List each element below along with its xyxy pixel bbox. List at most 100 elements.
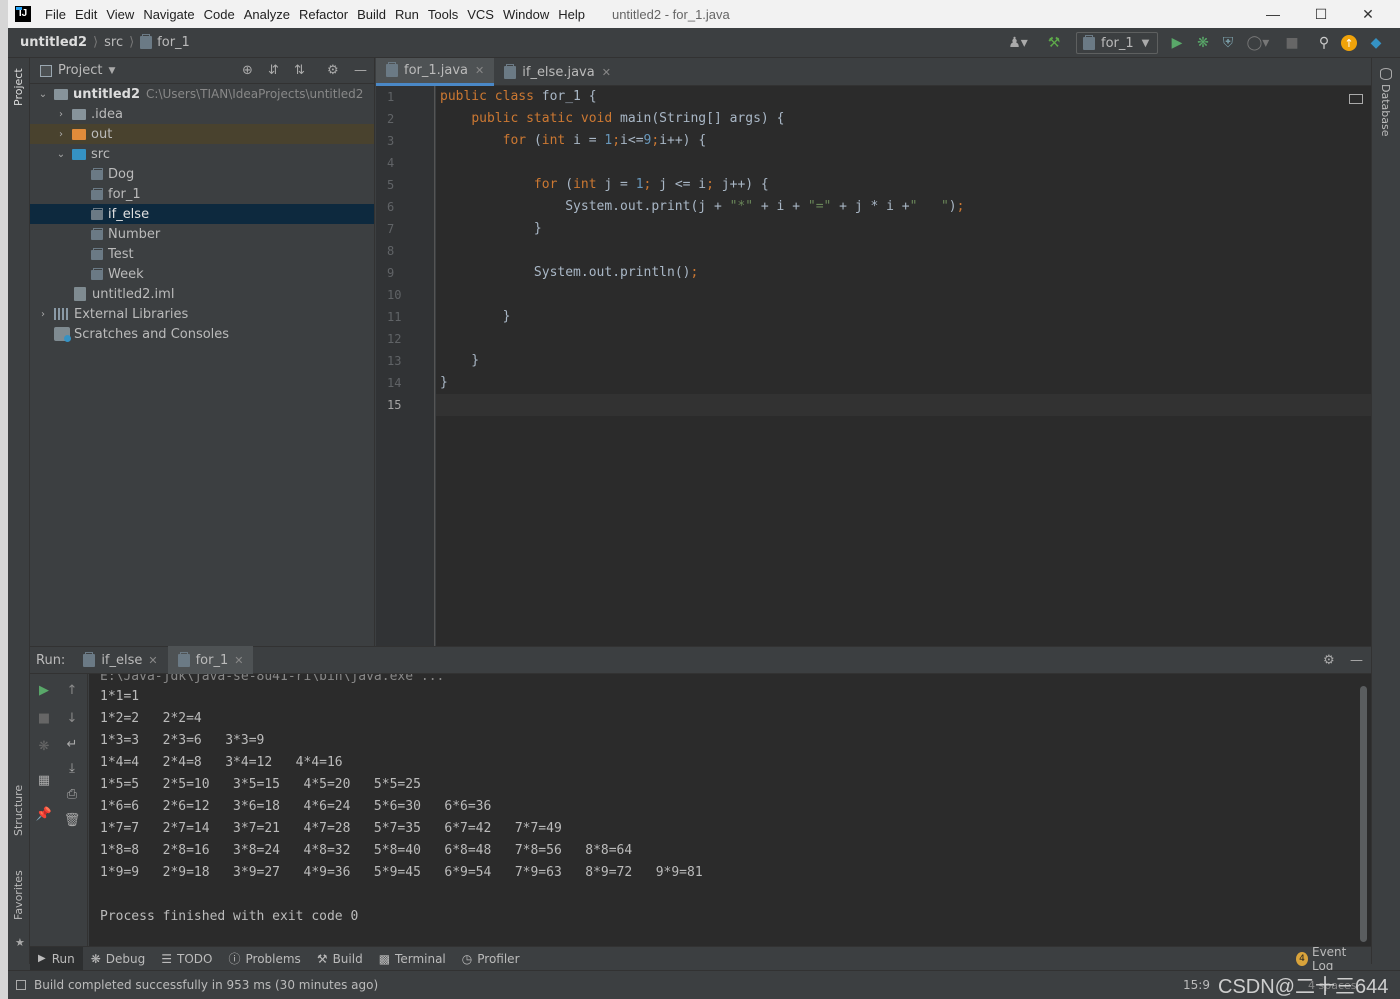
close-icon[interactable]: ✕	[602, 66, 611, 79]
breadcrumb-project[interactable]: untitled2	[20, 35, 87, 50]
tool-tab-debug[interactable]: ❋ Debug	[83, 947, 154, 971]
run-config-select[interactable]: for_1 ▼	[1076, 32, 1158, 54]
close-icon[interactable]: ✕	[475, 64, 484, 77]
build-hammer-icon[interactable]: ⚒	[1045, 34, 1063, 52]
tool-tab-label: Profiler	[477, 951, 520, 966]
close-icon[interactable]: ✕	[148, 654, 157, 667]
menu-vcs[interactable]: VCS	[463, 7, 498, 22]
tree-item-iml[interactable]: untitled2.iml	[30, 284, 374, 304]
restore-layout-icon[interactable]: ❋	[36, 738, 52, 754]
close-icon[interactable]: ✕	[234, 654, 243, 667]
tree-item-external-libraries[interactable]: › External Libraries	[30, 304, 374, 324]
stop-icon[interactable]: ■	[1283, 34, 1301, 52]
tree-item-src[interactable]: ⌄ src	[30, 144, 374, 164]
console-output[interactable]: E:\Java-jdk\java-se-8u41-ri\bin\java.exe…	[89, 674, 1371, 946]
code-token: + i +	[753, 199, 808, 214]
chevron-right-icon[interactable]: ›	[36, 309, 50, 320]
favorites-tool-label[interactable]: Favorites	[12, 870, 25, 920]
menu-navigate[interactable]: Navigate	[139, 7, 198, 22]
database-tool-label[interactable]: Database	[1379, 84, 1392, 137]
arrow-up-icon[interactable]: ↑	[64, 682, 80, 698]
project-panel-title[interactable]: Project	[58, 63, 102, 78]
chevron-down-icon[interactable]: ▼	[108, 66, 115, 76]
menu-run[interactable]: Run	[391, 7, 423, 22]
event-log-button[interactable]: 4 Event Log	[1288, 945, 1371, 973]
tab-if-else-java[interactable]: if_else.java ✕	[494, 58, 621, 86]
tree-item-dog[interactable]: Dog	[30, 164, 374, 184]
minimize-icon[interactable]: —	[1250, 0, 1296, 28]
run-tab-if-else[interactable]: if_else ✕	[73, 646, 167, 674]
menu-file[interactable]: File	[41, 7, 70, 22]
cursor-position[interactable]: 15:9	[1183, 978, 1210, 992]
stop-icon[interactable]: ■	[36, 710, 52, 726]
chevron-right-icon[interactable]: ›	[54, 109, 68, 120]
coverage-icon[interactable]: ⛨	[1219, 34, 1237, 52]
code-editor[interactable]: public class for_1 { public static void …	[436, 86, 1371, 646]
run-tab-for-1[interactable]: for_1 ✕	[167, 646, 254, 674]
structure-tool-label[interactable]: Structure	[12, 785, 25, 836]
menu-code[interactable]: Code	[200, 7, 239, 22]
locate-icon[interactable]: ⊕	[242, 63, 253, 78]
close-icon[interactable]: ✕	[1345, 0, 1391, 28]
vertical-scrollbar[interactable]	[1360, 686, 1367, 942]
tree-item-out[interactable]: › out	[30, 124, 374, 144]
expand-all-icon[interactable]: ⇵	[268, 63, 279, 78]
update-icon[interactable]: ↑	[1341, 35, 1357, 51]
tool-tab-build[interactable]: ⚒ Build	[309, 947, 371, 971]
trash-icon[interactable]: 🗑	[64, 812, 81, 828]
tree-item-week[interactable]: Week	[30, 264, 374, 284]
status-message[interactable]: Build completed successfully in 953 ms (…	[34, 978, 378, 992]
arrow-down-icon[interactable]: ↓	[64, 710, 80, 726]
profile-icon[interactable]: ◯▾	[1243, 34, 1273, 52]
tree-item-root[interactable]: ⌄ untitled2 C:\Users\TIAN\IdeaProjects\u…	[30, 84, 374, 104]
tree-item-scratches[interactable]: Scratches and Consoles	[30, 324, 374, 344]
toggle-tool-windows-icon[interactable]	[16, 980, 26, 990]
tab-for-1-java[interactable]: for_1.java ✕	[376, 58, 495, 86]
chevron-down-icon[interactable]: ⌄	[36, 89, 50, 100]
user-icon[interactable]: ♟▾	[1005, 34, 1031, 52]
menu-refactor[interactable]: Refactor	[295, 7, 352, 22]
collapse-all-icon[interactable]: ⇅	[294, 63, 305, 78]
menu-window[interactable]: Window	[499, 7, 553, 22]
tool-tab-run[interactable]: ▶ Run	[30, 946, 83, 971]
tool-tab-profiler[interactable]: ◷ Profiler	[454, 947, 528, 971]
pin-icon[interactable]: 📌	[36, 806, 52, 822]
tree-item-test[interactable]: Test	[30, 244, 374, 264]
tool-tab-todo[interactable]: ☰ TODO	[153, 947, 220, 971]
tool-tab-problems[interactable]: ⓘ Problems	[220, 947, 308, 971]
tree-item-idea[interactable]: › .idea	[30, 104, 374, 124]
menu-tools[interactable]: Tools	[424, 7, 462, 22]
project-tool-label[interactable]: Project	[12, 68, 25, 106]
menu-analyze[interactable]: Analyze	[240, 7, 294, 22]
tree-item-label: for_1	[108, 186, 141, 202]
hide-panel-icon[interactable]: —	[1350, 653, 1363, 668]
tree-item-for-1[interactable]: for_1	[30, 184, 374, 204]
menu-build[interactable]: Build	[353, 7, 390, 22]
chevron-right-icon[interactable]: ›	[54, 129, 68, 140]
run-icon[interactable]: ▶	[1168, 34, 1186, 52]
tree-item-if-else[interactable]: if_else	[30, 204, 374, 224]
print-icon[interactable]: ⎙	[64, 786, 80, 802]
gear-icon[interactable]: ⚙	[327, 63, 339, 78]
chevron-down-icon[interactable]: ⌄	[54, 149, 68, 160]
breadcrumb-folder[interactable]: src	[104, 35, 123, 50]
menu-edit[interactable]: Edit	[71, 7, 101, 22]
plugin-icon[interactable]: ◆	[1367, 34, 1385, 52]
debug-bug-icon[interactable]: ❋	[1194, 34, 1212, 52]
soft-wrap-icon[interactable]: ↵	[64, 736, 80, 752]
tree-item-number[interactable]: Number	[30, 224, 374, 244]
breadcrumb-file[interactable]: for_1	[157, 35, 190, 50]
maximize-icon[interactable]: ☐	[1298, 0, 1344, 28]
gear-icon[interactable]: ⚙	[1323, 653, 1335, 668]
line-number: 13	[387, 354, 402, 368]
menu-view[interactable]: View	[102, 7, 138, 22]
layout-icon[interactable]: ▦	[36, 772, 52, 788]
search-icon[interactable]: ⚲	[1315, 34, 1333, 52]
rerun-icon[interactable]: ▶	[36, 682, 52, 698]
menu-help[interactable]: Help	[554, 7, 589, 22]
hide-panel-icon[interactable]: —	[354, 63, 367, 78]
tool-tab-terminal[interactable]: ▩ Terminal	[371, 947, 454, 971]
console-command-line: E:\Java-jdk\java-se-8u41-ri\bin\java.exe…	[100, 674, 445, 684]
scroll-to-end-icon[interactable]: ⤓	[64, 760, 80, 776]
reader-mode-icon[interactable]	[1349, 94, 1363, 104]
